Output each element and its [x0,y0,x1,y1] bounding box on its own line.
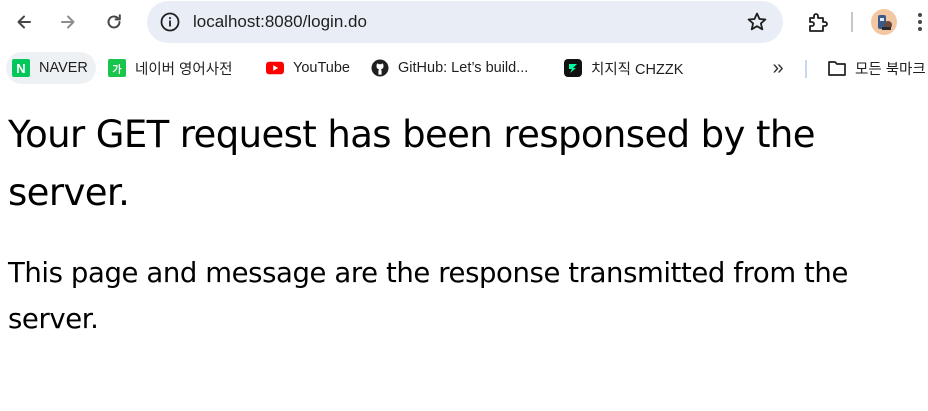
profile-picture [878,15,892,30]
page-heading: Your GET request has been responsed by t… [8,113,816,214]
bookmark-label: 네이버 영어사전 [135,61,233,78]
info-icon[interactable] [159,11,181,33]
bookmark-youtube[interactable]: YouTube [266,52,350,84]
bookmark-chzzk[interactable]: 치지직 CHZZK [564,52,683,84]
url-text[interactable]: localhost:8080/login.do [193,12,367,32]
naver-icon: N [12,59,30,77]
page-content: Your GET request has been responsed by t… [0,88,928,411]
back-button[interactable] [8,6,40,38]
page-subheading: This page and message are the response t… [8,257,848,335]
forward-button[interactable] [52,6,84,38]
bookmarks-bar: N NAVER 가 네이버 영어사전 YouTube GitHub: Let’s… [0,48,928,88]
all-bookmarks-folder[interactable]: 모든 북마크 [828,52,926,84]
bookmarks-divider [805,60,807,78]
star-icon[interactable] [745,10,769,34]
bookmark-label: 모든 북마크 [855,61,926,78]
arrow-left-icon [17,15,31,29]
more-vert-icon[interactable] [917,12,923,32]
address-bar[interactable]: localhost:8080/login.do [147,1,783,43]
avatar[interactable] [871,9,897,35]
reload-icon [107,14,121,29]
bookmark-github[interactable]: GitHub: Let’s build... [371,52,528,84]
chzzk-icon [564,59,582,77]
toolbar-divider [851,12,853,32]
dictionary-icon: 가 [108,59,126,77]
folder-icon [828,59,846,77]
arrow-right-icon [61,15,75,29]
github-icon [371,59,389,77]
bookmark-label: 치지직 CHZZK [591,61,684,78]
reload-button[interactable] [98,6,130,38]
bookmark-english-dictionary[interactable]: 가 네이버 영어사전 [108,52,232,84]
puzzle-icon[interactable] [806,10,830,34]
bookmark-label: NAVER [39,60,88,76]
youtube-icon [266,59,284,77]
bookmark-label: GitHub: Let’s build... [398,60,529,76]
bookmarks-overflow-button[interactable]: » [766,56,790,80]
bookmark-naver[interactable]: N NAVER [6,52,96,84]
bookmark-label: YouTube [293,60,350,76]
browser-toolbar: localhost:8080/login.do [0,0,928,44]
